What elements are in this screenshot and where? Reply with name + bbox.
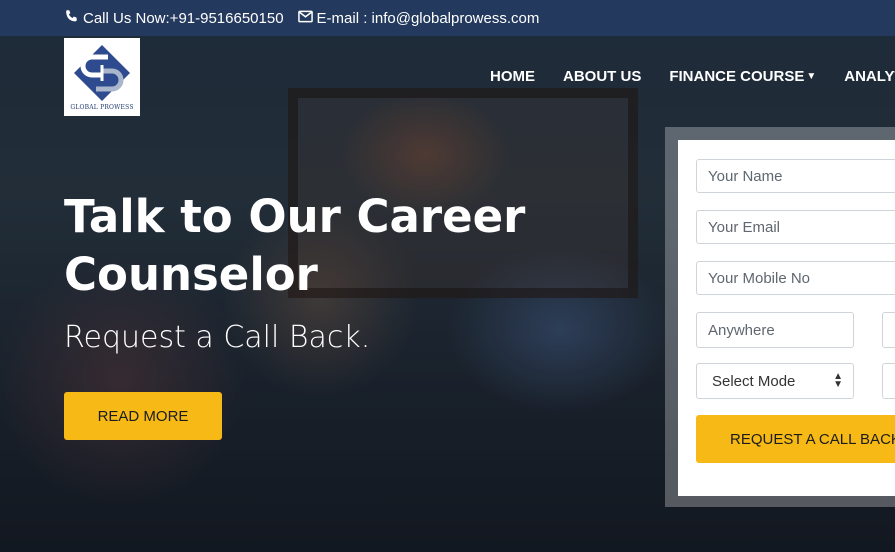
- main-nav: HOME ABOUT US FINANCE COURSE ▼ ANALYTICS: [490, 68, 895, 85]
- read-more-button[interactable]: READ MORE: [64, 392, 222, 440]
- envelope-icon: [297, 10, 313, 27]
- contact-bar: Call Us Now:+91-9516650150 E-mail : info…: [0, 0, 895, 36]
- nav-item-finance-course[interactable]: FINANCE COURSE ▼: [669, 68, 816, 85]
- name-input[interactable]: [696, 159, 895, 193]
- email-input[interactable]: [696, 210, 895, 244]
- headline-line-2: Counselor: [64, 248, 318, 301]
- phone-icon: [64, 9, 79, 28]
- headline-line-1: Talk to Our Career: [64, 190, 526, 243]
- mode-select[interactable]: Select Mode ▲ ▼: [696, 363, 854, 399]
- secondary-select[interactable]: [882, 363, 895, 399]
- nav-item-home[interactable]: HOME: [490, 68, 535, 85]
- mode-select-value: Select Mode: [712, 372, 796, 390]
- email-contact[interactable]: E-mail : info@globalprowess.com: [297, 9, 540, 27]
- nav-item-analytics[interactable]: ANALYTICS: [844, 68, 895, 85]
- logo-mark-icon: [74, 45, 130, 101]
- phone-text: Call Us Now:+91-9516650150: [83, 9, 284, 27]
- location-input[interactable]: [696, 312, 854, 348]
- hero-headline: Talk to Our Career Counselor: [64, 188, 584, 304]
- secondary-field[interactable]: [882, 312, 895, 348]
- nav-item-about-us[interactable]: ABOUT US: [563, 68, 641, 85]
- mobile-input[interactable]: [696, 261, 895, 295]
- logo-text: GLOBAL PROWESS: [70, 104, 134, 111]
- caret-down-icon: ▼: [806, 71, 817, 82]
- sort-arrows-icon: ▲ ▼: [833, 371, 843, 390]
- nav-item-finance-course-label: FINANCE COURSE: [669, 68, 805, 85]
- site-logo[interactable]: GLOBAL PROWESS: [64, 38, 140, 116]
- email-text: E-mail : info@globalprowess.com: [316, 9, 540, 27]
- hero-subheadline: Request a Call Back.: [64, 320, 371, 355]
- request-call-back-button[interactable]: REQUEST A CALL BACK: [696, 415, 895, 463]
- phone-contact[interactable]: Call Us Now:+91-9516650150: [64, 9, 284, 28]
